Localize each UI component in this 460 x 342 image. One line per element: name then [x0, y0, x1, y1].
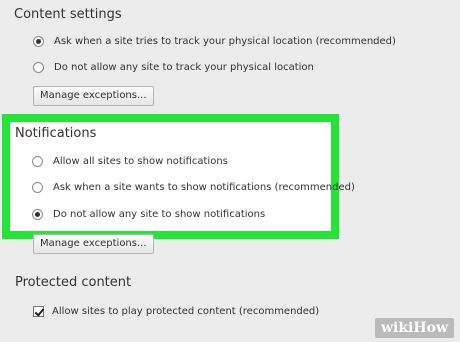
notifications-manage-exceptions-button[interactable]: Manage exceptions...: [33, 234, 154, 254]
content-settings-title: Content settings: [14, 7, 122, 22]
notifications-allow-option[interactable]: Allow all sites to show notifications: [32, 153, 228, 169]
location-block-option[interactable]: Do not allow any site to track your phys…: [33, 59, 314, 75]
radio-button[interactable]: [33, 61, 44, 73]
wikihow-watermark: wikiHow: [374, 318, 454, 338]
radio-button[interactable]: [32, 155, 43, 167]
protected-content-title: Protected content: [15, 275, 132, 290]
notifications-block-option[interactable]: Do not allow any site to show notificati…: [32, 206, 265, 222]
location-ask-label: Ask when a site tries to track your phys…: [54, 35, 396, 47]
notifications-ask-option[interactable]: Ask when a site wants to show notificati…: [32, 179, 355, 195]
radio-button[interactable]: [32, 181, 43, 193]
radio-button[interactable]: [32, 208, 43, 220]
notifications-title: Notifications: [15, 126, 97, 141]
location-block-label: Do not allow any site to track your phys…: [54, 61, 314, 73]
cropped-text-line: [32, 327, 362, 341]
radio-button[interactable]: [33, 35, 44, 47]
settings-page: Content settings Ask when a site tries t…: [0, 0, 460, 342]
location-ask-option[interactable]: Ask when a site tries to track your phys…: [33, 33, 396, 49]
checkbox[interactable]: [33, 305, 44, 317]
protected-content-label: Allow sites to play protected content (r…: [52, 305, 320, 317]
notifications-ask-label: Ask when a site wants to show notificati…: [53, 181, 355, 193]
location-manage-exceptions-button[interactable]: Manage exceptions...: [33, 86, 154, 106]
notifications-block-label: Do not allow any site to show notificati…: [53, 208, 266, 220]
notifications-allow-label: Allow all sites to show notifications: [53, 155, 228, 167]
protected-content-option[interactable]: Allow sites to play protected content (r…: [33, 303, 319, 319]
